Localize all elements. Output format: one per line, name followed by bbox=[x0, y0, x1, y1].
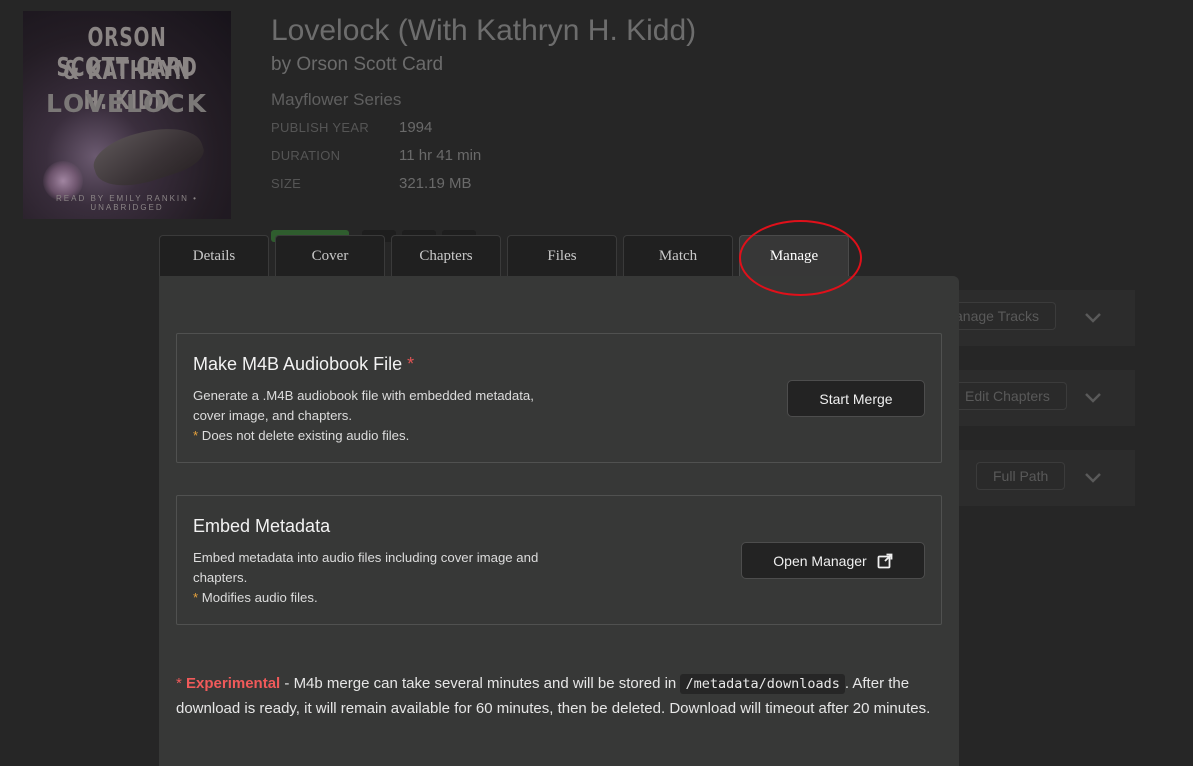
embed-note: * Modifies audio files. bbox=[193, 590, 318, 605]
download-path: /metadata/downloads bbox=[680, 674, 845, 694]
m4b-note: * Does not delete existing audio files. bbox=[193, 428, 409, 443]
embed-metadata-card: Embed Metadata Embed metadata into audio… bbox=[176, 495, 942, 625]
m4b-note-text: Does not delete existing audio files. bbox=[198, 428, 410, 443]
meta-value: 1994 bbox=[399, 119, 433, 136]
m4b-heading: Make M4B Audiobook File * bbox=[193, 354, 414, 375]
experimental-label: Experimental bbox=[186, 675, 281, 692]
book-series[interactable]: Mayflower Series bbox=[271, 90, 401, 110]
m4b-desc-line2: cover image, and chapters. bbox=[193, 408, 353, 423]
start-merge-label: Start Merge bbox=[819, 390, 893, 407]
book-title: Lovelock (With Kathryn H. Kidd) bbox=[271, 14, 697, 47]
tab-chapters[interactable]: Chapters bbox=[391, 235, 501, 277]
chevron-down-icon[interactable] bbox=[1083, 467, 1103, 487]
chapters-section: Edit Chapters bbox=[948, 370, 1135, 426]
m4b-desc-line1: Generate a .M4B audiobook file with embe… bbox=[193, 388, 534, 403]
tab-match[interactable]: Match bbox=[623, 235, 733, 277]
modal-tabs: Details Cover Chapters Files Match Manag… bbox=[159, 235, 855, 277]
cover-title-line: LOVELOCK bbox=[45, 89, 209, 118]
meta-label: SIZE bbox=[271, 176, 302, 191]
tab-cover[interactable]: Cover bbox=[275, 235, 385, 277]
required-mark: * bbox=[407, 354, 415, 374]
meta-value: 11 hr 41 min bbox=[399, 147, 482, 164]
meta-publish-year: PUBLISH YEAR 1994 bbox=[271, 119, 432, 136]
open-manager-button[interactable]: Open Manager bbox=[741, 542, 925, 579]
chevron-down-icon[interactable] bbox=[1083, 387, 1103, 407]
start-merge-button[interactable]: Start Merge bbox=[787, 380, 925, 417]
embed-desc-line1: Embed metadata into audio files includin… bbox=[193, 550, 539, 565]
meta-duration: DURATION 11 hr 41 min bbox=[271, 147, 481, 164]
embed-note-text: Modifies audio files. bbox=[198, 590, 318, 605]
make-m4b-card: Make M4B Audiobook File * Generate a .M4… bbox=[176, 333, 942, 463]
tab-files[interactable]: Files bbox=[507, 235, 617, 277]
tab-manage[interactable]: Manage bbox=[739, 235, 849, 277]
meta-size: SIZE 321.19 MB bbox=[271, 175, 472, 192]
info-text-1: - M4b merge can take several minutes and… bbox=[280, 675, 681, 692]
files-section: Full Path bbox=[958, 450, 1135, 506]
book-author[interactable]: by Orson Scott Card bbox=[271, 54, 443, 76]
book-cover-image: ORSON SCOTT CARD & KATHRYN H. KIDD LOVEL… bbox=[23, 11, 231, 219]
meta-label: PUBLISH YEAR bbox=[271, 120, 370, 135]
embed-desc-line2: chapters. bbox=[193, 570, 248, 585]
tracks-section: anage Tracks bbox=[938, 290, 1135, 346]
meta-value: 321.19 MB bbox=[399, 175, 472, 192]
meta-label: DURATION bbox=[271, 148, 341, 163]
cover-spaceship-art bbox=[87, 115, 209, 197]
open-manager-label: Open Manager bbox=[773, 552, 867, 569]
chevron-down-icon[interactable] bbox=[1083, 307, 1103, 327]
edit-chapters-button[interactable]: Edit Chapters bbox=[948, 382, 1067, 410]
full-path-button[interactable]: Full Path bbox=[976, 462, 1066, 490]
m4b-description: Generate a .M4B audiobook file with embe… bbox=[193, 386, 534, 446]
manage-panel: Make M4B Audiobook File * Generate a .M4… bbox=[159, 276, 959, 766]
external-link-icon bbox=[877, 553, 893, 568]
m4b-title: Make M4B Audiobook File bbox=[193, 354, 403, 374]
embed-heading: Embed Metadata bbox=[193, 516, 331, 536]
embed-description: Embed metadata into audio files includin… bbox=[193, 548, 538, 608]
tab-details[interactable]: Details bbox=[159, 235, 269, 277]
cover-footer: READ BY EMILY RANKIN • UNABRIDGED bbox=[56, 194, 198, 212]
info-star: * bbox=[176, 675, 187, 692]
experimental-notice: * Experimental - M4b merge can take seve… bbox=[176, 672, 946, 721]
